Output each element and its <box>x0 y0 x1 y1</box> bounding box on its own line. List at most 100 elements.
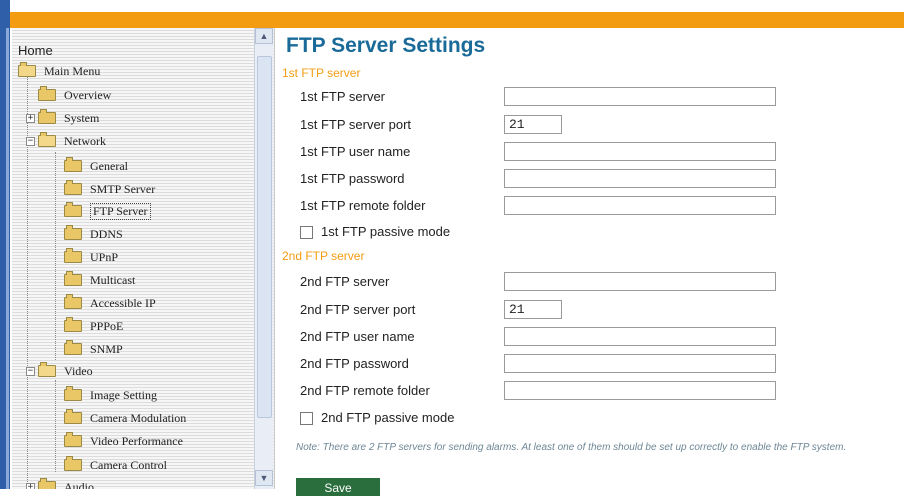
sidebar-item-label: Video <box>64 363 93 378</box>
checkbox-2nd-ftp-passive-mode[interactable] <box>300 412 313 425</box>
folder-icon <box>38 109 56 124</box>
folder-icon <box>64 386 82 401</box>
sidebar-item-label: Network <box>64 133 106 148</box>
sidebar-item-audio[interactable]: + Audio <box>26 477 94 489</box>
folder-icon <box>38 86 56 101</box>
sidebar-item-label: SMTP Server <box>90 181 156 196</box>
folder-icon <box>38 478 56 489</box>
sidebar-item-label: System <box>64 110 100 125</box>
folder-icon <box>64 248 82 263</box>
folder-icon <box>64 409 82 424</box>
sidebar-item-label: General <box>90 158 128 173</box>
sidebar-item-camera-modulation[interactable]: Camera Modulation <box>64 408 186 428</box>
section-title-2nd-ftp: 2nd FTP server <box>282 249 365 263</box>
sidebar-item-camera-control[interactable]: Camera Control <box>64 455 167 475</box>
scroll-up-arrow-icon[interactable]: ▲ <box>255 28 273 44</box>
folder-icon <box>64 340 82 355</box>
checkbox-1st-ftp-passive-mode[interactable] <box>300 226 313 239</box>
folder-icon <box>64 225 82 240</box>
sidebar-item-upnp[interactable]: UPnP <box>64 247 118 267</box>
section-title-1st-ftp: 1st FTP server <box>282 66 361 80</box>
sidebar-item-label: Main Menu <box>44 63 101 78</box>
input-2nd-ftp-server-port[interactable] <box>504 300 562 319</box>
sidebar-item-multicast[interactable]: Multicast <box>64 270 135 290</box>
input-1st-ftp-server[interactable] <box>504 87 776 106</box>
page-title: FTP Server Settings <box>286 34 486 57</box>
sidebar-item-label: Image Setting <box>90 387 157 402</box>
sidebar-item-video-performance[interactable]: Video Performance <box>64 431 183 451</box>
sidebar-item-video[interactable]: − Video <box>26 361 93 381</box>
input-1st-ftp-remote-folder[interactable] <box>504 196 776 215</box>
input-2nd-ftp-remote-folder[interactable] <box>504 381 776 400</box>
scroll-down-arrow-icon[interactable]: ▼ <box>255 470 273 486</box>
sidebar-item-overview[interactable]: Overview <box>38 85 111 105</box>
collapse-minus-icon[interactable]: − <box>26 366 35 376</box>
sidebar-item-smtp-server[interactable]: SMTP Server <box>64 179 155 199</box>
sidebar-item-label: Home <box>18 42 53 58</box>
top-bar <box>0 0 904 12</box>
label-1st-ftp-server: 1st FTP server <box>300 89 386 104</box>
sidebar-item-label: UPnP <box>90 249 119 264</box>
label-1st-ftp-passive-mode: 1st FTP passive mode <box>321 224 451 239</box>
input-1st-ftp-password[interactable] <box>504 169 776 188</box>
sidebar-scrollbar[interactable]: ▲ ▼ <box>254 28 273 489</box>
label-2nd-ftp-server-port: 2nd FTP server port <box>300 302 416 317</box>
sidebar-item-pppoe[interactable]: PPPoE <box>64 316 123 336</box>
save-button[interactable]: Save <box>296 478 380 496</box>
sidebar-item-label: FTP Server <box>90 202 151 220</box>
note-text: Note: There are 2 FTP servers for sendin… <box>296 442 847 453</box>
sidebar-item-snmp[interactable]: SNMP <box>64 339 123 359</box>
sidebar-item-ftp-server[interactable]: FTP Server <box>64 201 151 221</box>
main-content: FTP Server Settings 1st FTP server 1st F… <box>282 28 904 496</box>
scrollbar-thumb[interactable] <box>257 56 272 418</box>
sidebar-item-label: Video Performance <box>90 433 183 448</box>
sidebar-item-label: Camera Control <box>90 457 167 472</box>
label-1st-ftp-password: 1st FTP password <box>300 171 405 186</box>
label-2nd-ftp-user-name: 2nd FTP user name <box>300 329 415 344</box>
input-1st-ftp-user-name[interactable] <box>504 142 776 161</box>
label-1st-ftp-server-port: 1st FTP server port <box>300 117 412 132</box>
sidebar-item-label: Accessible IP <box>90 295 156 310</box>
input-2nd-ftp-server[interactable] <box>504 272 776 291</box>
folder-icon <box>64 432 82 447</box>
sidebar-item-network[interactable]: − Network <box>26 131 106 151</box>
sidebar-item-accessible-ip[interactable]: Accessible IP <box>64 293 156 313</box>
input-2nd-ftp-user-name[interactable] <box>504 327 776 346</box>
sidebar-item-ddns[interactable]: DDNS <box>64 224 123 244</box>
window-left-border-inner <box>6 28 9 489</box>
sidebar-item-main-menu[interactable]: Main Menu <box>18 61 100 81</box>
label-2nd-ftp-remote-folder: 2nd FTP remote folder <box>300 383 430 398</box>
collapse-minus-icon[interactable]: − <box>26 136 35 146</box>
sidebar-item-label: Multicast <box>90 272 136 287</box>
sidebar-item-home[interactable]: Home <box>18 40 53 60</box>
sidebar-item-label: Audio <box>64 479 94 490</box>
expand-plus-icon[interactable]: + <box>26 113 35 123</box>
sidebar-item-system[interactable]: + System <box>26 108 99 128</box>
label-1st-ftp-remote-folder: 1st FTP remote folder <box>300 198 426 213</box>
sidebar-item-general[interactable]: General <box>64 156 128 176</box>
sidebar-item-label: PPPoE <box>90 318 124 333</box>
expand-plus-icon[interactable]: + <box>26 482 35 489</box>
sidebar-item-label: Camera Modulation <box>90 410 187 425</box>
input-1st-ftp-server-port[interactable] <box>504 115 562 134</box>
sidebar-item-label: Overview <box>64 87 112 102</box>
folder-icon <box>64 271 82 286</box>
open-folder-icon <box>18 62 36 77</box>
label-2nd-ftp-password: 2nd FTP password <box>300 356 409 371</box>
tree-guide-line <box>55 152 56 360</box>
sidebar-item-label: DDNS <box>90 226 123 241</box>
header-band <box>10 12 904 28</box>
folder-icon <box>64 456 82 471</box>
folder-icon <box>64 157 82 172</box>
open-folder-icon <box>38 132 56 147</box>
tree-guide-line <box>55 380 56 472</box>
sidebar-tree: Home Main Menu Overview + System − Netwo… <box>12 28 275 489</box>
label-2nd-ftp-server: 2nd FTP server <box>300 274 390 289</box>
label-1st-ftp-user-name: 1st FTP user name <box>300 144 411 159</box>
folder-icon <box>64 180 82 195</box>
open-folder-icon <box>38 362 56 377</box>
input-2nd-ftp-password[interactable] <box>504 354 776 373</box>
folder-icon <box>64 294 82 309</box>
sidebar-item-image-setting[interactable]: Image Setting <box>64 385 157 405</box>
folder-icon <box>64 317 82 332</box>
